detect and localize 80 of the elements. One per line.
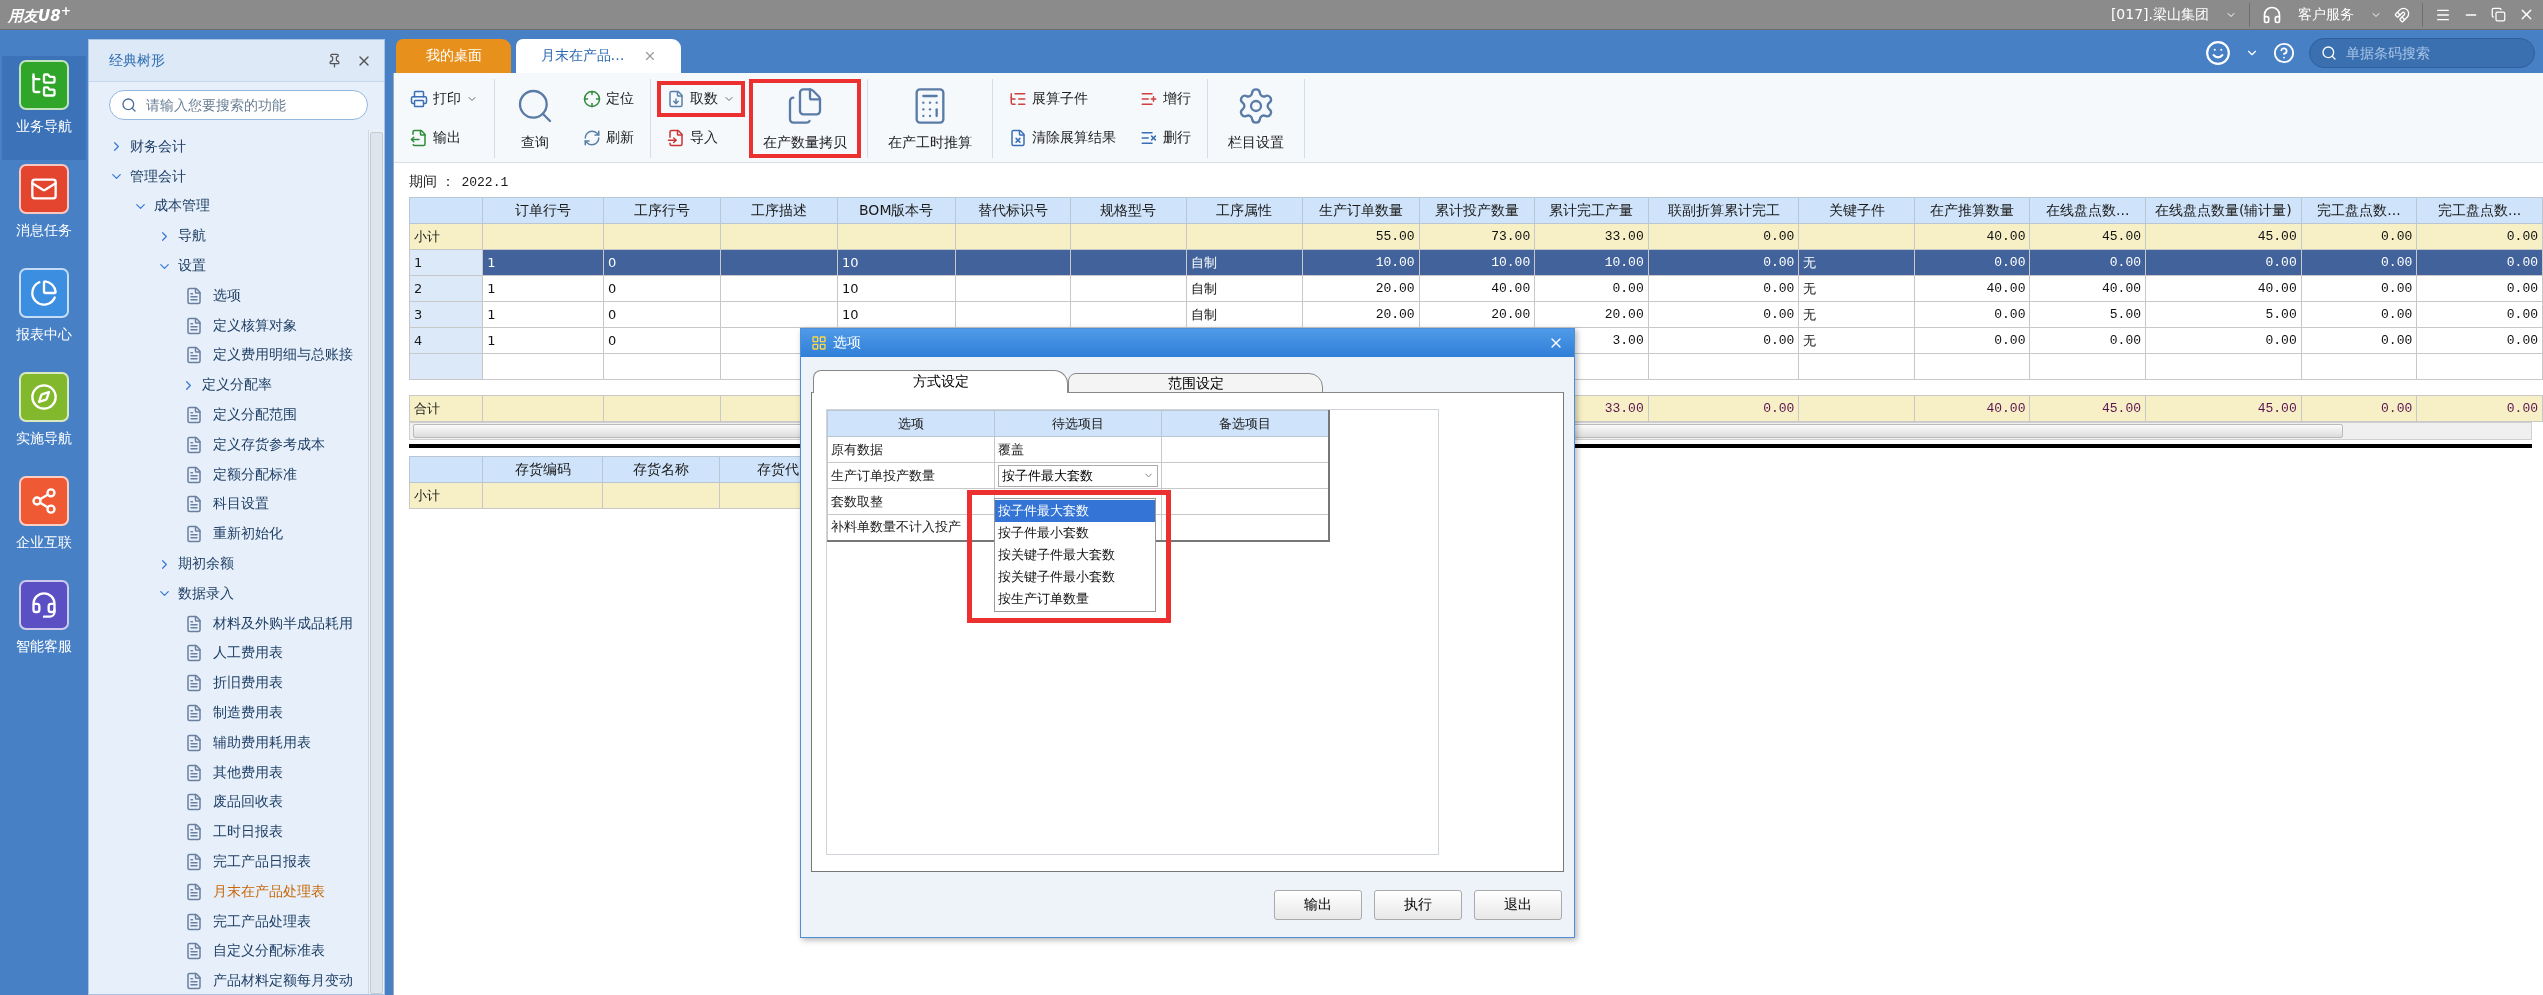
period-value: 2022.1 (461, 175, 509, 190)
period-label: 期间 ： (409, 173, 456, 191)
app-logo: 用友U8$^{+}$ (8, 3, 72, 26)
table-cell: 40.00 (2145, 275, 2302, 302)
table-cell: 1 (482, 249, 604, 276)
table-cell: 无 (1798, 249, 1915, 276)
table-cell: 0.00 (2301, 275, 2417, 302)
table-cell: 10.00 (1302, 249, 1420, 276)
table-cell: 0.00 (2416, 327, 2543, 354)
table-cell: 10.00 (1534, 249, 1649, 276)
table-cell: 0.00 (2301, 395, 2417, 422)
table-cell: 0.00 (2301, 301, 2417, 328)
row-header: 小计 (409, 482, 483, 509)
table-cell: 40.00 (1914, 395, 2030, 422)
table-cell: 0.00 (1534, 275, 1649, 302)
table-cell: 20.00 (1302, 301, 1420, 328)
table-cell: 45.00 (2145, 223, 2302, 250)
table-cell: 5.00 (2145, 301, 2302, 328)
column-header: 备选项目 (1161, 410, 1329, 437)
table-cell: 0.00 (2301, 223, 2417, 250)
table-cell: 0.00 (1648, 275, 1799, 302)
table-cell: 0.00 (2416, 275, 2543, 302)
table-cell: 1 (482, 327, 604, 354)
table-cell: 0.00 (2416, 249, 2543, 276)
table-cell: 0.00 (2416, 223, 2543, 250)
table-cell: 1 (482, 301, 604, 328)
option-label: 原有数据 (827, 436, 995, 463)
table-cell: 0 (603, 301, 721, 328)
table-cell: 0 (603, 249, 721, 276)
table-cell: 无 (1798, 275, 1915, 302)
table-cell: 0.00 (1648, 249, 1799, 276)
table-cell: 45.00 (2030, 395, 2146, 422)
panel-title: 经典树形 (109, 51, 165, 70)
table-cell: 10 (837, 301, 956, 328)
table-cell: 45.00 (2030, 223, 2146, 250)
table-cell: 45.00 (2145, 395, 2302, 422)
table-cell: 自制 (1186, 249, 1303, 276)
table-cell: 0.00 (1914, 301, 2030, 328)
table-cell: 自制 (1186, 275, 1303, 302)
table-cell: 40.00 (1419, 275, 1535, 302)
table-cell: 0 (603, 275, 721, 302)
table-cell: 0.00 (1914, 249, 2030, 276)
table-cell: 73.00 (1419, 223, 1535, 250)
row-header: 合计 (409, 395, 483, 422)
table-cell: 40.00 (1914, 275, 2030, 302)
table-cell: 40.00 (1914, 223, 2030, 250)
table-cell: 20.00 (1534, 301, 1649, 328)
table-cell: 0 (603, 327, 721, 354)
column-header: 待选项目 (994, 410, 1162, 437)
table-cell: 0.00 (1648, 301, 1799, 328)
table-cell: 40.00 (2030, 275, 2146, 302)
table-cell: 0.00 (1914, 327, 2030, 354)
table-cell: 20.00 (1302, 275, 1420, 302)
table-cell: 0.00 (2030, 327, 2146, 354)
table-cell: 0.00 (1648, 327, 1799, 354)
table-cell: 0.00 (2030, 249, 2146, 276)
table-cell: 0.00 (2301, 249, 2417, 276)
table-cell: 0.00 (2145, 249, 2302, 276)
table-cell: 0.00 (2416, 301, 2543, 328)
table-cell: 0.00 (1648, 223, 1799, 250)
table-cell: 20.00 (1419, 301, 1535, 328)
table-cell: 10 (837, 249, 956, 276)
table-cell: 1 (482, 275, 604, 302)
table-cell: 0.00 (2145, 327, 2302, 354)
table-cell: 无 (1798, 327, 1915, 354)
table-cell: 自制 (1186, 301, 1303, 328)
column-header: 选项 (827, 410, 995, 437)
table-cell: 无 (1798, 301, 1915, 328)
table-cell: 0.00 (2301, 327, 2417, 354)
table-cell: 5.00 (2030, 301, 2146, 328)
table-cell: 55.00 (1302, 223, 1420, 250)
table-cell: 0.00 (1648, 395, 1799, 422)
table-cell: 10 (837, 275, 956, 302)
dialog-title: 选项 (833, 334, 861, 352)
table-cell: 10.00 (1419, 249, 1535, 276)
table-cell: 33.00 (1534, 223, 1649, 250)
option-label: 生产订单投产数量 (827, 462, 995, 489)
option-label: 套数取整 (827, 488, 995, 515)
table-cell: 0.00 (2416, 395, 2543, 422)
option-value: 覆盖 (994, 436, 1162, 463)
